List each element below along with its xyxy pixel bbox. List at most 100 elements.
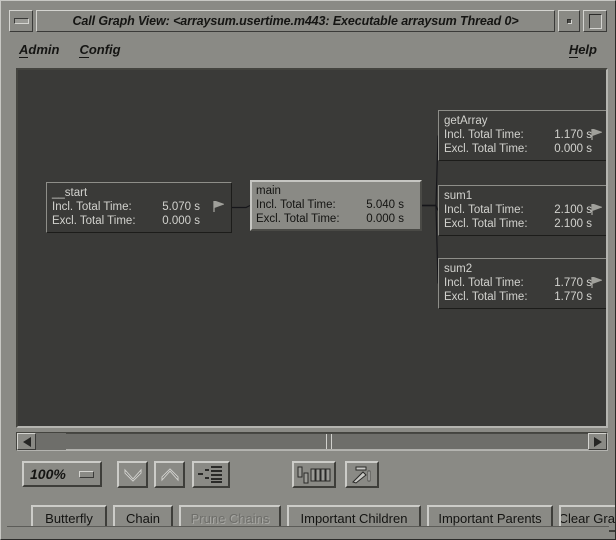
scrollbar-track[interactable] xyxy=(66,433,588,450)
node-incl-value: 2.100 s xyxy=(554,204,592,216)
menu-admin-label: dmin xyxy=(28,41,60,57)
important-children-button-label: Important Children xyxy=(300,511,408,526)
node-excl-row: Excl. Total Time: 0.000 s xyxy=(256,212,416,226)
horizontal-scrollbar[interactable] xyxy=(16,432,608,451)
graph-edge-main-sum2 xyxy=(422,204,439,284)
important-parents-button-label: Important Parents xyxy=(438,511,542,526)
graph-edge-start-main xyxy=(232,204,251,209)
node-excl-value: 2.100 s xyxy=(554,218,592,230)
butterfly-button-label: Butterfly xyxy=(45,511,93,526)
node-incl-label: Incl. Total Time: xyxy=(256,199,336,211)
node-name: sum2 xyxy=(444,263,473,275)
window-menu-button[interactable] xyxy=(558,10,580,32)
node-incl-label: Incl. Total Time: xyxy=(52,201,132,213)
node-name: getArray xyxy=(444,115,488,127)
menu-config-label: onfig xyxy=(88,41,121,57)
window-menu-icon xyxy=(566,18,572,24)
prune-chains-button-label: Prune Chains xyxy=(190,511,270,526)
scroll-left-button[interactable] xyxy=(17,433,36,450)
graph-node-start[interactable]: __start Incl. Total Time: 5.070 s Excl. Tot… xyxy=(46,182,232,233)
node-incl-label: Incl. Total Time: xyxy=(444,277,524,289)
graph-node-getArray[interactable]: getArray Incl. Total Time: 1.170 s Excl. To… xyxy=(438,110,606,161)
node-incl-value: 5.070 s xyxy=(162,201,200,213)
scrollbar-thumb[interactable] xyxy=(326,434,332,449)
dropdown-indicator-icon xyxy=(79,470,94,478)
scrollbar-gap xyxy=(36,433,66,450)
node-incl-value: 5.040 s xyxy=(366,199,404,211)
window-bottom-edge xyxy=(7,526,609,533)
menu-config-mnemonic: C xyxy=(79,41,89,58)
menu-help-label: elp xyxy=(578,41,597,57)
bar-chart-icon xyxy=(297,466,331,483)
menu-config[interactable]: Config xyxy=(69,40,130,59)
graph-node-sum1[interactable]: sum1 Incl. Total Time: 2.100 s Excl. Total … xyxy=(438,185,606,236)
menubar: Admin Config Help xyxy=(9,37,607,61)
node-name: main xyxy=(256,185,281,197)
zoom-in-button[interactable] xyxy=(154,461,185,488)
node-expand-flag-icon[interactable] xyxy=(213,201,224,212)
bar-chart-view-button[interactable] xyxy=(292,461,336,488)
node-incl-value: 1.770 s xyxy=(554,277,592,289)
node-incl-row: Incl. Total Time: 5.070 s xyxy=(52,200,226,214)
node-incl-row: Incl. Total Time: 1.770 s xyxy=(444,276,604,290)
window-title-bar[interactable]: Call Graph View: <arraysum.usertime.m443… xyxy=(36,10,555,32)
node-excl-label: Excl. Total Time: xyxy=(256,213,340,225)
zoom-level-dropdown[interactable]: 100% xyxy=(22,461,102,487)
window-frame-inner: Call Graph View: <arraysum.usertime.m443… xyxy=(4,4,615,536)
chevron-down-icon xyxy=(124,468,141,482)
node-name: sum1 xyxy=(444,190,473,202)
titlebar: Call Graph View: <arraysum.usertime.m443… xyxy=(9,10,607,32)
node-excl-row: Excl. Total Time: 1.770 s xyxy=(444,290,604,304)
maximize-icon xyxy=(588,13,602,29)
node-excl-label: Excl. Total Time: xyxy=(444,143,528,155)
node-excl-value: 0.000 s xyxy=(162,215,200,227)
node-excl-row: Excl. Total Time: 0.000 s xyxy=(444,142,604,156)
scroll-left-icon xyxy=(22,436,31,447)
chevron-up-icon xyxy=(161,467,178,481)
node-excl-label: Excl. Total Time: xyxy=(444,291,528,303)
graph-surface[interactable]: __start Incl. Total Time: 5.070 s Excl. Tot… xyxy=(18,70,606,426)
node-incl-label: Incl. Total Time: xyxy=(444,204,524,216)
node-excl-label: Excl. Total Time: xyxy=(444,218,528,230)
minimize-button[interactable] xyxy=(9,10,33,32)
zoom-level-value: 100% xyxy=(30,466,66,482)
minimize-icon xyxy=(13,18,29,24)
node-excl-row: Excl. Total Time: 0.000 s xyxy=(52,214,226,228)
graph-edge-main-getArray xyxy=(422,135,439,207)
node-excl-label: Excl. Total Time: xyxy=(52,215,136,227)
node-expand-flag-icon[interactable] xyxy=(591,277,602,288)
node-excl-value: 0.000 s xyxy=(366,213,404,225)
zoom-out-button[interactable] xyxy=(117,461,148,488)
node-excl-value: 0.000 s xyxy=(554,143,592,155)
scroll-right-icon xyxy=(593,436,602,447)
node-incl-value: 1.170 s xyxy=(554,129,592,141)
clear-graph-button-label: Clear Graph xyxy=(559,511,615,526)
call-graph-canvas[interactable]: __start Incl. Total Time: 5.070 s Excl. Tot… xyxy=(16,68,608,428)
tree-layout-button[interactable] xyxy=(192,461,230,488)
menu-help-mnemonic: H xyxy=(568,41,579,58)
node-incl-row: Incl. Total Time: 1.170 s xyxy=(444,128,604,142)
window-title: Call Graph View: <arraysum.usertime.m443… xyxy=(72,14,519,28)
chain-button-label: Chain xyxy=(126,511,160,526)
graph-node-main[interactable]: main Incl. Total Time: 5.040 s Excl. Total … xyxy=(250,180,422,231)
toolbar: 100% xyxy=(9,456,607,498)
graph-edge-main-sum1 xyxy=(422,204,439,211)
node-incl-row: Incl. Total Time: 2.100 s xyxy=(444,203,604,217)
scroll-right-button[interactable] xyxy=(588,433,607,450)
menu-admin-mnemonic: A xyxy=(19,41,29,58)
node-expand-flag-icon[interactable] xyxy=(591,204,602,215)
graph-node-sum2[interactable]: sum2 Incl. Total Time: 1.770 s Excl. Total … xyxy=(438,258,606,309)
node-expand-flag-icon[interactable] xyxy=(591,129,602,140)
node-incl-row: Incl. Total Time: 5.040 s xyxy=(256,198,416,212)
menu-admin[interactable]: Admin xyxy=(9,40,69,59)
maximize-button[interactable] xyxy=(583,10,607,32)
node-excl-row: Excl. Total Time: 2.100 s xyxy=(444,217,604,231)
menu-help[interactable]: Help xyxy=(559,40,607,59)
node-incl-label: Incl. Total Time: xyxy=(444,129,524,141)
tree-list-icon xyxy=(198,466,222,483)
diagram-icon xyxy=(352,466,371,484)
diagram-view-button[interactable] xyxy=(345,461,379,488)
node-excl-value: 1.770 s xyxy=(554,291,592,303)
node-name: __start xyxy=(52,187,88,199)
call-graph-window: Call Graph View: <arraysum.usertime.m443… xyxy=(0,0,616,540)
